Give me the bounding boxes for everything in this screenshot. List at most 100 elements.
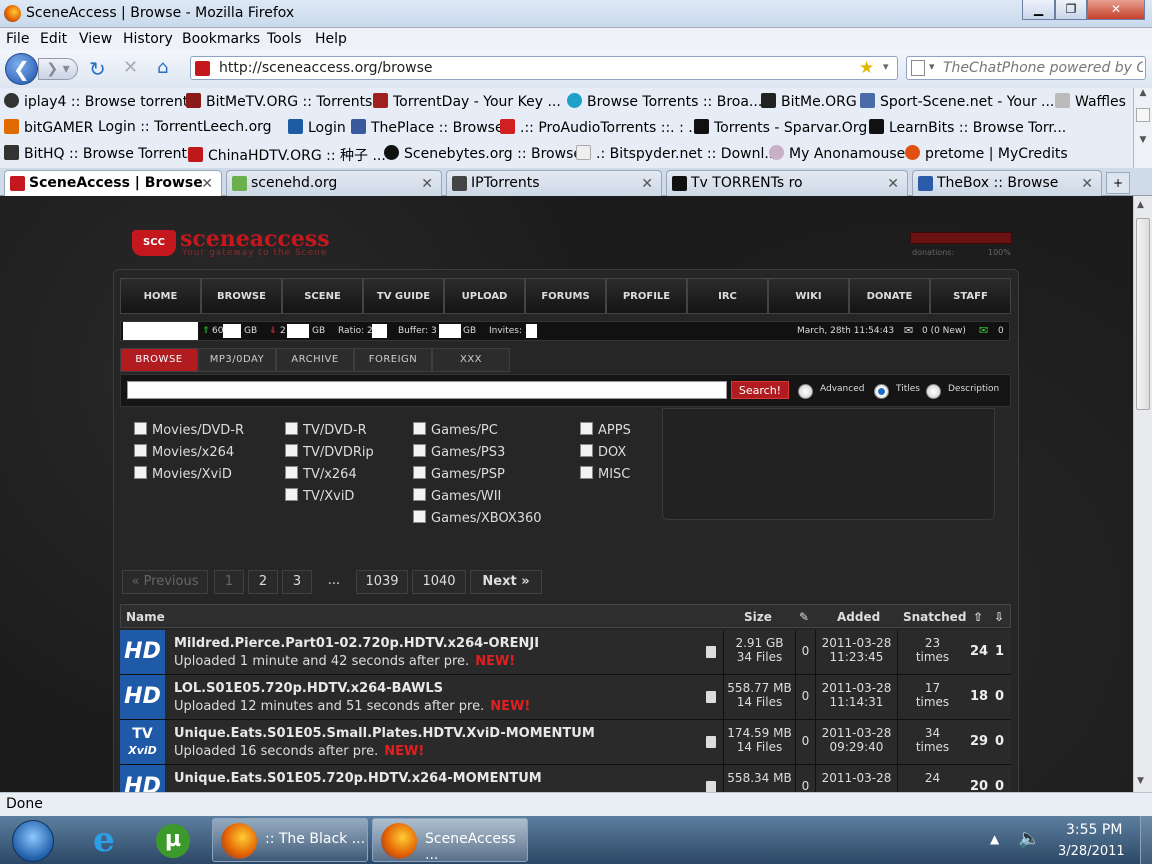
seeders-count[interactable]: 29	[970, 734, 988, 749]
close-tab-icon[interactable]: ✕	[887, 176, 899, 192]
start-button[interactable]	[12, 820, 54, 862]
category-checkbox[interactable]: TV/DVD-R	[285, 422, 367, 438]
titles-radio[interactable]	[874, 384, 889, 399]
menu-history[interactable]: History	[123, 31, 173, 47]
bookmark-item[interactable]: iplay4 :: Browse torrents	[4, 93, 195, 110]
nav-donate[interactable]: DONATE	[849, 278, 930, 314]
col-added[interactable]: Added	[837, 610, 880, 624]
category-checkbox[interactable]: Movies/x264	[134, 444, 234, 460]
col-size[interactable]: Size	[744, 610, 772, 624]
leechers-count[interactable]: 0	[995, 734, 1004, 749]
mail-count[interactable]: 0 (0 New)	[922, 326, 966, 336]
page-3[interactable]: 3	[282, 570, 312, 594]
bookmark-item[interactable]: My Anonamouse	[769, 145, 905, 162]
page-next[interactable]: Next »	[470, 570, 542, 594]
back-button[interactable]: ❮	[5, 53, 38, 85]
comments-count[interactable]: 0	[795, 675, 815, 719]
description-radio[interactable]	[926, 384, 941, 399]
table-row[interactable]: HD Mildred.Pierce.Part01-02.720p.HDTV.x2…	[120, 630, 1011, 675]
col-snatched[interactable]: Snatched	[903, 610, 966, 624]
show-hidden-icons[interactable]: ▲	[990, 832, 999, 846]
category-checkbox[interactable]: Games/PC	[413, 422, 498, 438]
hd-category-icon[interactable]: HD	[120, 765, 165, 792]
nav-staff[interactable]: STAFF	[930, 278, 1011, 314]
mail-icon[interactable]: ✉	[904, 324, 913, 337]
leechers-count[interactable]: 1	[995, 644, 1004, 659]
category-checkbox[interactable]: Movies/DVD-R	[134, 422, 244, 438]
seeders-count[interactable]: 20	[970, 779, 988, 792]
category-checkbox[interactable]: Movies/XviD	[134, 466, 232, 482]
bookmark-item[interactable]: ThePlace :: Browse	[351, 119, 504, 136]
reload-icon[interactable]: ↻	[89, 57, 106, 81]
advanced-radio[interactable]	[798, 384, 813, 399]
menu-edit[interactable]: Edit	[40, 31, 67, 47]
address-bar[interactable]: http://sceneaccess.org/browse ★ ▾	[190, 56, 898, 80]
category-checkbox[interactable]: TV/XviD	[285, 488, 354, 504]
bookmark-item[interactable]: ChinaHDTV.ORG :: 种子 ...	[188, 145, 386, 165]
stop-icon[interactable]: ✕	[123, 57, 138, 78]
page-1[interactable]: 1	[214, 570, 244, 594]
seeders-count[interactable]: 24	[970, 644, 988, 659]
page-2[interactable]: 2	[248, 570, 278, 594]
new-tab-button[interactable]: +	[1106, 172, 1130, 194]
page-scrollbar[interactable]: ▲ ▼	[1133, 196, 1152, 792]
nav-upload[interactable]: UPLOAD	[444, 278, 525, 314]
leechers-count[interactable]: 0	[995, 689, 1004, 704]
bookmark-item[interactable]: LearnBits :: Browse Torr...	[869, 119, 1066, 136]
scroll-thumb[interactable]	[1136, 218, 1150, 410]
tab-iptorrents[interactable]: IPTorrents ✕	[446, 170, 662, 196]
bookmark-item[interactable]: BitMe.ORG	[761, 93, 857, 110]
volume-icon[interactable]: 🔈	[1018, 828, 1040, 849]
close-tab-icon[interactable]: ✕	[641, 176, 653, 192]
scroll-down-icon[interactable]: ▼	[1137, 776, 1144, 786]
bookmark-item[interactable]: BitHQ :: Browse Torrents	[4, 145, 194, 162]
bookmark-item[interactable]: Scenebytes.org :: Browse	[384, 145, 582, 162]
nav-home[interactable]: HOME	[120, 278, 201, 314]
subtab-xxx[interactable]: XXX	[432, 348, 510, 372]
bookmark-item[interactable]: TorrentDay - Your Key ...	[373, 93, 561, 110]
taskbar-sceneaccess-window[interactable]: SceneAccess ...	[372, 818, 528, 863]
category-checkbox[interactable]: Games/PSP	[413, 466, 505, 482]
col-name[interactable]: Name	[126, 610, 165, 624]
leechers-icon[interactable]: ⇩	[994, 610, 1004, 624]
nav-tv-guide[interactable]: TV GUIDE	[363, 278, 444, 314]
tab-tvtorrents[interactable]: Tv TORRENTs ro ✕	[666, 170, 908, 196]
bookmark-item[interactable]: Login	[288, 119, 346, 136]
scroll-up-icon[interactable]: ▲	[1137, 200, 1144, 210]
leechers-count[interactable]: 0	[995, 779, 1004, 792]
subtab-archive[interactable]: ARCHIVE	[276, 348, 354, 372]
hd-category-icon[interactable]: HD	[120, 630, 165, 674]
bookmark-star-icon[interactable]: ★	[859, 58, 874, 78]
menu-view[interactable]: View	[79, 31, 112, 47]
menu-file[interactable]: File	[6, 31, 29, 47]
home-icon[interactable]: ⌂	[157, 57, 168, 78]
bookmark-item[interactable]: Login :: TorrentLeech.org	[98, 119, 272, 135]
download-icon[interactable]	[706, 736, 716, 748]
bookmark-item[interactable]: Torrents - Sparvar.Org	[694, 119, 867, 136]
menu-help[interactable]: Help	[315, 31, 347, 47]
torrent-search-input[interactable]	[127, 381, 727, 399]
dropdown-arrow-icon[interactable]: ▾	[883, 60, 889, 73]
close-tab-icon[interactable]: ✕	[201, 176, 213, 192]
category-checkbox[interactable]: APPS	[580, 422, 631, 438]
show-desktop-button[interactable]	[1140, 816, 1152, 864]
table-row[interactable]: TV XviD Unique.Eats.S01E05.Small.Plates.H…	[120, 720, 1011, 765]
minimize-button[interactable]: ▁	[1022, 0, 1055, 20]
taskbar-firefox-window[interactable]: :: The Black ...	[212, 818, 368, 862]
torrent-name[interactable]: Mildred.Pierce.Part01-02.720p.HDTV.x264-…	[174, 636, 539, 651]
subtab-browse[interactable]: BROWSE	[120, 348, 198, 372]
hd-category-icon[interactable]: HD	[120, 675, 165, 719]
tab-scenehd[interactable]: scenehd.org ✕	[226, 170, 442, 196]
bookmark-item[interactable]: pretome | MyCredits	[905, 145, 1068, 162]
menu-tools[interactable]: Tools	[267, 31, 302, 47]
close-button[interactable]: ✕	[1087, 0, 1145, 20]
nav-forums[interactable]: FORUMS	[525, 278, 606, 314]
nav-wiki[interactable]: WIKI	[768, 278, 849, 314]
pm-icon[interactable]: ✉	[979, 324, 988, 337]
nav-irc[interactable]: IRC	[687, 278, 768, 314]
comments-count[interactable]: 0	[795, 720, 815, 764]
download-icon[interactable]	[706, 781, 716, 792]
download-icon[interactable]	[706, 646, 716, 658]
comments-count[interactable]: 0	[795, 765, 815, 792]
close-tab-icon[interactable]: ✕	[421, 176, 433, 192]
